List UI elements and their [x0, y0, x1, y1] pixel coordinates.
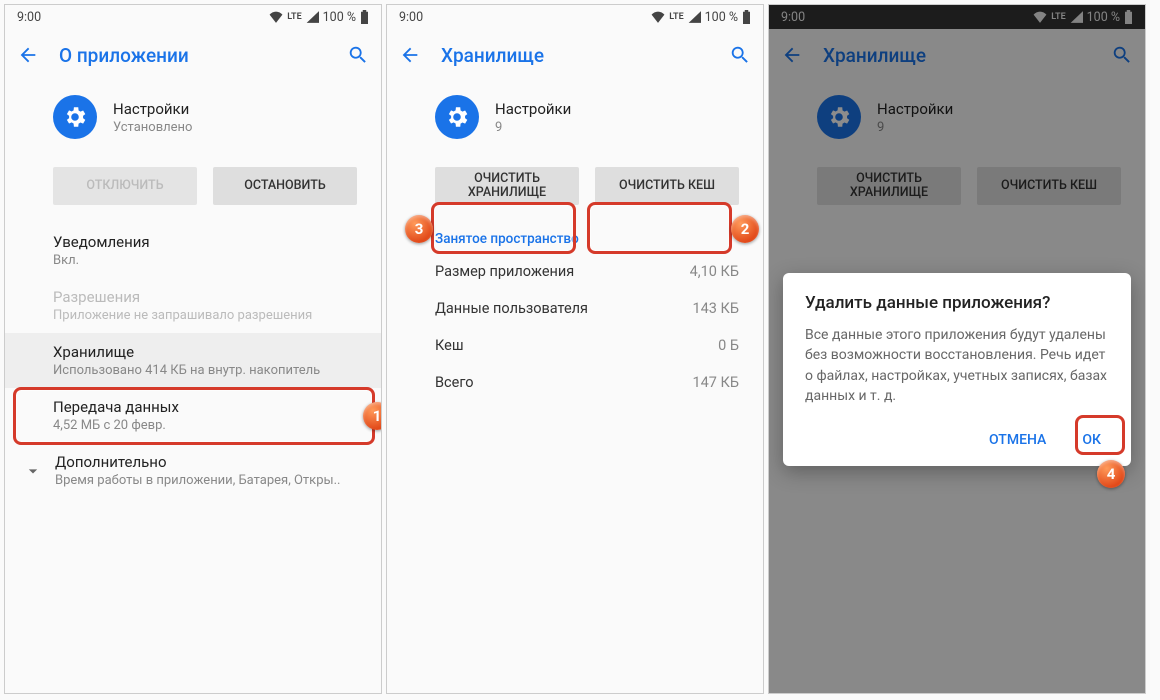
item-storage[interactable]: Хранилище Использовано 414 КБ на внутр. …	[5, 333, 381, 388]
status-bar: 9:00 LTE 100 %	[5, 5, 381, 29]
back-icon[interactable]	[399, 44, 421, 66]
clock: 9:00	[17, 10, 41, 25]
status-icons: LTE 100 %	[651, 10, 751, 25]
clear-storage-button[interactable]: ОЧИСТИТЬ ХРАНИЛИЩЕ	[435, 167, 579, 205]
item-label: Передача данных	[53, 398, 357, 416]
screen-storage: 9:00 LTE 100 % Хранилище Настройки 9 ОЧИ…	[386, 4, 764, 694]
back-icon[interactable]	[17, 44, 39, 66]
wifi-icon	[651, 11, 665, 23]
section-title: Занятое пространство	[387, 223, 763, 253]
item-label: Хранилище	[53, 343, 357, 361]
network-label: LTE	[287, 12, 301, 22]
row-cache: Кеш0 Б	[387, 327, 763, 364]
item-permissions: Разрешения Приложение не запрашивало раз…	[5, 278, 381, 333]
button-row: ОТКЛЮЧИТЬ ОСТАНОВИТЬ	[5, 159, 381, 223]
network-label: LTE	[669, 12, 683, 22]
app-name: Настройки	[495, 100, 571, 118]
battery-icon	[742, 10, 751, 24]
content: Настройки 9 ОЧИСТИТЬ ХРАНИЛИЩЕ ОЧИСТИТЬ …	[387, 81, 763, 693]
row-total: Всего147 КБ	[387, 364, 763, 401]
item-advanced[interactable]: Дополнительно Время работы в приложении,…	[5, 443, 381, 498]
wifi-icon	[269, 11, 283, 23]
stop-button[interactable]: ОСТАНОВИТЬ	[213, 167, 357, 205]
confirm-dialog: Удалить данные приложения? Все данные эт…	[783, 273, 1131, 466]
clock: 9:00	[399, 10, 423, 25]
screen-app-info: 9:00 LTE 100 % О приложении Настройки Ус…	[4, 4, 382, 694]
item-sub: Время работы в приложении, Батарея, Откр…	[55, 473, 340, 488]
content: Настройки Установлено ОТКЛЮЧИТЬ ОСТАНОВИ…	[5, 81, 381, 693]
status-bar: 9:00 LTE 100 %	[387, 5, 763, 29]
item-label: Уведомления	[53, 233, 357, 251]
ok-button[interactable]: ОК	[1074, 424, 1109, 456]
search-icon[interactable]	[347, 44, 369, 66]
item-sub: Использовано 414 КБ на внутр. накопитель	[53, 363, 357, 378]
step-badge-4: 4	[1097, 460, 1125, 488]
app-bar: О приложении	[5, 29, 381, 81]
app-name: Настройки	[113, 100, 192, 118]
button-row: ОЧИСТИТЬ ХРАНИЛИЩЕ ОЧИСТИТЬ КЕШ	[387, 159, 763, 223]
app-bar: Хранилище	[387, 29, 763, 81]
app-status: Установлено	[113, 120, 192, 135]
chevron-down-icon	[23, 461, 43, 481]
item-sub: Приложение не запрашивало разрешения	[53, 308, 357, 323]
signal-icon	[688, 11, 701, 23]
screen-dialog: 9:00 LTE 100 % Хранилище Настройки 9 ОЧИ…	[768, 4, 1146, 694]
clear-cache-button[interactable]: ОЧИСТИТЬ КЕШ	[595, 167, 739, 205]
app-header: Настройки Установлено	[5, 81, 381, 159]
item-data-usage[interactable]: Передача данных 4,52 МБ с 20 февр.	[5, 388, 381, 443]
signal-icon	[306, 11, 319, 23]
step-badge-3: 3	[405, 215, 433, 243]
battery-percent: 100 %	[705, 10, 738, 25]
disable-button[interactable]: ОТКЛЮЧИТЬ	[53, 167, 197, 205]
battery-percent: 100 %	[323, 10, 356, 25]
page-title: О приложении	[59, 44, 327, 67]
item-label: Дополнительно	[55, 453, 340, 471]
cancel-button[interactable]: ОТМЕНА	[981, 424, 1054, 456]
app-header: Настройки 9	[387, 81, 763, 159]
status-icons: LTE 100 %	[269, 10, 369, 25]
gear-icon	[53, 95, 97, 139]
page-title: Хранилище	[441, 44, 709, 67]
step-badge-2: 2	[731, 215, 759, 243]
battery-icon	[360, 10, 369, 24]
item-label: Разрешения	[53, 288, 357, 306]
item-sub: 4,52 МБ с 20 февр.	[53, 418, 357, 433]
gear-icon	[435, 95, 479, 139]
app-version: 9	[495, 120, 571, 135]
search-icon[interactable]	[729, 44, 751, 66]
dialog-title: Удалить данные приложения?	[805, 293, 1109, 313]
item-notifications[interactable]: Уведомления Вкл.	[5, 223, 381, 278]
dialog-text: Все данные этого приложения будут удален…	[805, 325, 1109, 406]
dialog-buttons: ОТМЕНА ОК	[805, 424, 1109, 456]
row-user-data: Данные пользователя143 КБ	[387, 290, 763, 327]
item-sub: Вкл.	[53, 253, 357, 268]
row-app-size: Размер приложения4,10 КБ	[387, 253, 763, 290]
